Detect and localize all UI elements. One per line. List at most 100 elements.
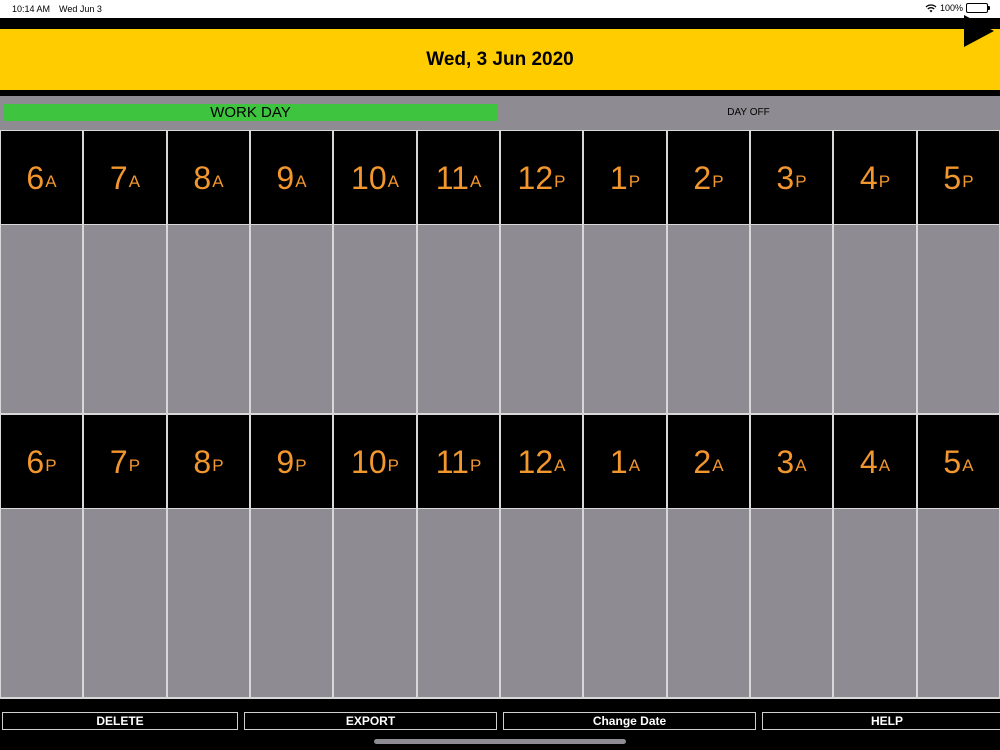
header-top-border [0,18,1000,29]
hour-grid: 6 A 7 A 8 A 9 A 10 A 11 A 12 P 1 P 2 P 3 P 4 P 5 P 6 P 7 P 8 P 9 P 10 P 11… [0,130,1000,699]
hour-header-cell[interactable]: 2P [668,131,749,224]
time-slot-cell[interactable] [834,225,916,413]
hour-number: 3 [776,443,795,480]
hour-number: 6 [26,443,45,480]
am-pm-indicator: P [128,456,141,475]
hour-number: 2 [693,159,712,196]
time-slot-cell[interactable] [251,225,332,413]
hour-number: 12 [517,159,554,196]
time-slot-cell[interactable] [251,509,332,697]
hour-header-cell[interactable]: 3P [751,131,832,224]
time-slot-cell[interactable] [751,225,832,413]
am-pm-indicator: A [469,172,482,191]
time-slot-cell[interactable] [418,509,499,697]
hour-number: 8 [193,443,212,480]
hour-number: 10 [351,159,387,196]
time-slot-cell[interactable] [168,509,249,697]
time-slot-cell[interactable] [1,225,82,413]
hour-number: 10 [351,443,387,480]
hour-header-cell[interactable]: 5A [918,415,999,508]
time-slot-cell[interactable] [918,509,999,697]
delete-button[interactable]: DELETE [2,712,238,730]
day-off-segment[interactable]: DAY OFF [500,104,997,121]
time-slot-cell[interactable] [168,225,249,413]
am-pm-indicator: P [212,456,224,475]
date-header: Wed, 3 Jun 2020 [0,29,1000,90]
hour-header-cell[interactable]: 12 A [501,415,582,508]
am-pm-indicator: P [554,172,566,191]
hour-header-cell[interactable]: 6A [1,131,82,224]
time-slot-cell[interactable] [418,225,499,413]
time-slot-cell[interactable] [501,509,582,697]
hour-header-cell[interactable]: 10 A [334,131,416,224]
time-slot-cell[interactable] [918,225,999,413]
hour-header-cell[interactable]: 8A [168,131,249,224]
home-indicator [374,739,626,744]
hour-number: 6 [26,159,45,196]
am-pm-indicator: P [962,172,974,191]
am-pm-indicator: P [628,172,641,191]
hour-header-cell[interactable]: 1A [584,415,666,508]
hour-number: 7 [109,443,128,480]
time-slot-cell[interactable] [334,509,416,697]
work-day-segment[interactable]: WORK DAY [3,104,498,121]
am-pm-indicator: A [628,456,641,475]
time-slot-cell[interactable] [584,225,666,413]
time-slot-cell[interactable] [668,509,749,697]
time-slot-cell[interactable] [668,225,749,413]
hour-header-cell[interactable]: 7A [84,131,166,224]
hour-header-cell[interactable]: 3A [751,415,832,508]
export-button[interactable]: EXPORT [244,712,497,730]
hour-header-cell[interactable]: 4P [834,131,916,224]
time-slot-cell[interactable] [834,509,916,697]
hour-header-cell[interactable]: 11 A [418,131,499,224]
day-type-selector: WORK DAY DAY OFF [0,96,1000,130]
hour-header-cell[interactable]: 6P [1,415,82,508]
hour-header-cell[interactable]: 2A [668,415,749,508]
am-pm-indicator: A [212,172,224,191]
time-slot-cell[interactable] [334,225,416,413]
hour-header-cell[interactable]: 8P [168,415,249,508]
time-slot-cell[interactable] [84,225,166,413]
hour-number: 11 [435,443,469,480]
hour-header-cell[interactable]: 4A [834,415,916,508]
help-button[interactable]: HELP [762,712,1000,730]
am-pm-indicator: A [795,456,807,475]
hour-header-cell[interactable]: 7P [84,415,166,508]
time-slot-cell[interactable] [84,509,166,697]
time-slot-cell[interactable] [1,509,82,697]
hour-number: 5 [943,443,962,480]
am-pm-indicator: A [712,456,724,475]
time-slot-cell[interactable] [751,509,832,697]
hour-number: 4 [859,159,878,196]
hour-number: 12 [517,443,554,480]
hour-number: 1 [609,443,628,480]
next-day-button[interactable] [958,12,998,50]
hour-header-cell[interactable]: 11 P [418,415,499,508]
time-slot-cell[interactable] [501,225,582,413]
hour-number: 5 [943,159,962,196]
hour-number: 11 [435,159,469,196]
change-date-button[interactable]: Change Date [503,712,756,730]
am-pm-indicator: P [795,172,807,191]
am-pm-indicator: A [962,456,974,475]
hour-header-cell[interactable]: 1P [584,131,666,224]
status-date: Wed Jun 3 [59,4,102,14]
am-pm-indicator: A [387,172,399,191]
hour-header-cell[interactable]: 5P [918,131,999,224]
hour-number: 8 [193,159,212,196]
am-pm-indicator: P [295,456,307,475]
am-pm-indicator: P [712,172,724,191]
hour-header-cell[interactable]: 9A [251,131,332,224]
hour-number: 4 [859,443,878,480]
am-pm-indicator: A [128,172,141,191]
am-pm-indicator: P [387,456,399,475]
am-pm-indicator: A [45,172,57,191]
play-triangle-icon [964,15,994,47]
time-slot-cell[interactable] [584,509,666,697]
hour-header-cell[interactable]: 10 P [334,415,416,508]
hour-number: 3 [776,159,795,196]
am-pm-indicator: P [469,456,482,475]
hour-header-cell[interactable]: 12 P [501,131,582,224]
hour-header-cell[interactable]: 9P [251,415,332,508]
